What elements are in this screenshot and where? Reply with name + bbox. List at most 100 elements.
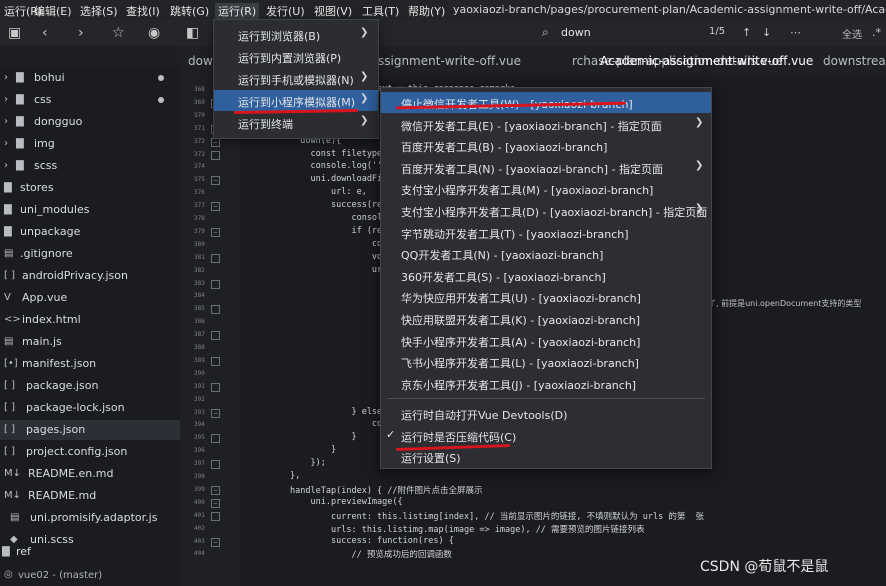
- menu-run-miniprogram[interactable]: 运行到小程序模拟器(M) ❯: [214, 90, 378, 111]
- back-icon[interactable]: ‹: [42, 25, 48, 41]
- tree-item[interactable]: › ▇ bohui: [0, 68, 180, 88]
- line-number: 390: [194, 369, 205, 377]
- menu-run-browser[interactable]: 运行到浏览器(B) ❯: [214, 24, 378, 45]
- editor-tab-active[interactable]: Academic-assignment-write-off.vue: [600, 54, 813, 68]
- fold-toggle-icon[interactable]: −: [211, 408, 220, 418]
- menu-item-devtool[interactable]: 百度开发者工具(B) - [yaoxiaozi-branch]: [381, 135, 711, 156]
- line-number: 378: [194, 215, 205, 222]
- fold-toggle-icon[interactable]: −: [211, 227, 220, 237]
- menu-item-run-option[interactable]: 运行时自动打开Vue Devtools(D): [381, 403, 711, 424]
- tree-item-label: bohui: [34, 71, 65, 84]
- tree-item[interactable]: M↓ README.en.md: [0, 464, 180, 484]
- menu-item-goto[interactable]: 跳转(G): [170, 3, 209, 19]
- code-line: uni.downloadFi: [244, 174, 383, 185]
- menu-run-terminal[interactable]: 运行到终端 ❯: [214, 112, 378, 133]
- menu-item-run[interactable]: 运行(R): [215, 3, 260, 19]
- tree-item[interactable]: <> index.html: [0, 310, 180, 330]
- menu-item-devtool[interactable]: 快应用联盟开发者工具(K) - [yaoxiaozi-branch]: [381, 308, 711, 329]
- tree-item-label: pages.json: [26, 423, 86, 436]
- menu-item-help[interactable]: 帮助(Y): [408, 3, 445, 19]
- regex-icon[interactable]: .*: [872, 26, 881, 39]
- menu-item-devtool[interactable]: 京东小程序开发者工具(J) - [yaoxiaozi-branch]: [381, 373, 711, 394]
- tree-item[interactable]: [ ] androidPrivacy.json: [0, 266, 180, 286]
- menu-bar: 运行(R) 编辑(E) 选择(S) 查找(I) 跳转(G) 运行(R) 发行(U…: [0, 0, 886, 20]
- line-number: 385: [194, 305, 205, 313]
- menu-item-devtool[interactable]: 字节跳动开发者工具(T) - [yaoxiaozi-branch]: [381, 222, 711, 243]
- menu-run-device[interactable]: 运行到手机或模拟器(N) ❯: [214, 68, 378, 89]
- tree-item[interactable]: ▇ stores: [0, 178, 180, 198]
- modified-dot: [158, 97, 164, 103]
- tree-item[interactable]: [ ] package-lock.json: [0, 398, 180, 418]
- tree-item[interactable]: › ▇ css: [0, 90, 180, 110]
- code-line: co: [244, 419, 383, 430]
- menu-item-devtool[interactable]: 快手小程序开发者工具(A) - [yaoxiaozi-branch]: [381, 330, 711, 351]
- fold-toggle-icon[interactable]: −: [211, 176, 220, 186]
- menu-item-view[interactable]: 视图(V): [314, 3, 352, 19]
- code-line: vo: [244, 251, 383, 262]
- code-comment-overflow: 了, 前提是uni.openDocument支持的类型: [708, 299, 862, 308]
- menu-run-builtin-browser[interactable]: 运行到内置浏览器(P): [214, 46, 378, 67]
- file-icon: ▤: [4, 248, 14, 259]
- line-number: 389: [194, 356, 205, 364]
- search-input[interactable]: down: [561, 26, 591, 39]
- line-number: 384: [194, 292, 205, 300]
- fold-toggle-icon[interactable]: −: [211, 498, 220, 508]
- status-bar: ◎ vue02 - (master): [0, 566, 180, 586]
- chevron-right-icon: ❯: [695, 159, 704, 171]
- fold-toggle-icon[interactable]: −: [211, 537, 220, 547]
- menu-item-devtool[interactable]: QQ开发者工具(N) - [yaoxiaozi-branch]: [381, 243, 711, 264]
- menu-item-edit[interactable]: 编辑(E): [34, 3, 72, 19]
- line-number: 369: [194, 98, 205, 106]
- menu-item-find[interactable]: 查找(I): [126, 3, 160, 19]
- tree-item[interactable]: M↓ README.md: [0, 486, 180, 506]
- next-match-icon[interactable]: ↓: [762, 26, 771, 39]
- menu-item-devtool[interactable]: 支付宝小程序开发者工具(M) - [yaoxiaozi-branch]: [381, 178, 711, 199]
- tree-item[interactable]: [ ] package.json: [0, 376, 180, 396]
- tree-item[interactable]: › ▇ dongguo: [0, 112, 180, 132]
- fold-marker: [211, 382, 220, 392]
- tree-item[interactable]: ▇ unpackage: [0, 222, 180, 242]
- run-icon[interactable]: ◉: [148, 25, 160, 41]
- menu-item-devtool[interactable]: 360开发者工具(S) - [yaoxiaozi-branch]: [381, 265, 711, 286]
- editor-tab[interactable]: ssignment-write-off.vue: [378, 54, 521, 68]
- line-number: 375: [194, 176, 205, 184]
- forward-icon[interactable]: ›: [78, 25, 84, 41]
- menu-item-devtool[interactable]: 华为快应用开发者工具(U) - [yaoxiaozi-branch]: [381, 286, 711, 307]
- menu-item-tools[interactable]: 工具(T): [362, 3, 399, 19]
- json-icon: [ ]: [4, 270, 15, 281]
- code-line: },: [244, 471, 301, 481]
- tree-item[interactable]: › ▇ img: [0, 134, 180, 154]
- find-scope-icon[interactable]: ⋯: [790, 26, 801, 39]
- tree-item-selected[interactable]: [ ] pages.json: [0, 420, 180, 440]
- tree-item[interactable]: ▇ uni_modules: [0, 200, 180, 220]
- prev-match-icon[interactable]: ↑: [742, 26, 751, 39]
- fold-toggle-icon[interactable]: −: [211, 485, 220, 495]
- menu-item-devtool[interactable]: 支付宝小程序开发者工具(D) - [yaoxiaozi-branch] - 指定…: [381, 200, 711, 221]
- menu-item-devtool[interactable]: 微信开发者工具(E) - [yaoxiaozi-branch] - 指定页面 ❯: [381, 114, 711, 135]
- menu-item-devtool[interactable]: 飞书小程序开发者工具(L) - [yaoxiaozi-branch]: [381, 351, 711, 372]
- editor-tab[interactable]: downstream: [823, 54, 886, 68]
- tree-item[interactable]: ▇ ref: [0, 542, 180, 562]
- fold-toggle-icon[interactable]: −: [211, 202, 220, 212]
- u-icon[interactable]: ◧: [186, 25, 199, 41]
- tree-item-label: App.vue: [22, 291, 68, 304]
- match-count: 1/5: [709, 26, 726, 37]
- star-icon[interactable]: ☆: [112, 25, 125, 41]
- save-icon[interactable]: ▣: [8, 25, 21, 41]
- line-number: 391: [194, 382, 205, 390]
- menu-item-run-option[interactable]: ✓ 运行时是否压缩代码(C): [381, 425, 711, 446]
- tree-item[interactable]: [•] manifest.json: [0, 354, 180, 374]
- tree-item[interactable]: ▤ .gitignore: [0, 244, 180, 264]
- tree-item[interactable]: ▤ main.js: [0, 332, 180, 352]
- folder-icon: ▇: [16, 160, 24, 171]
- tree-item[interactable]: [ ] project.config.json: [0, 442, 180, 462]
- tree-item[interactable]: V App.vue: [0, 288, 180, 308]
- menu-item-publish[interactable]: 发行(U): [266, 3, 305, 19]
- line-number: 373: [194, 150, 205, 158]
- menu-item-select[interactable]: 选择(S): [80, 3, 118, 19]
- chevron-right-icon: ❯: [695, 203, 704, 214]
- tree-item[interactable]: ▤ uni.promisify.adaptor.js: [0, 508, 180, 528]
- select-all-button[interactable]: 全选: [842, 26, 862, 41]
- menu-item-devtool[interactable]: 百度开发者工具(N) - [yaoxiaozi-branch] - 指定页面 ❯: [381, 157, 711, 178]
- tree-item[interactable]: › ▇ scss: [0, 156, 180, 176]
